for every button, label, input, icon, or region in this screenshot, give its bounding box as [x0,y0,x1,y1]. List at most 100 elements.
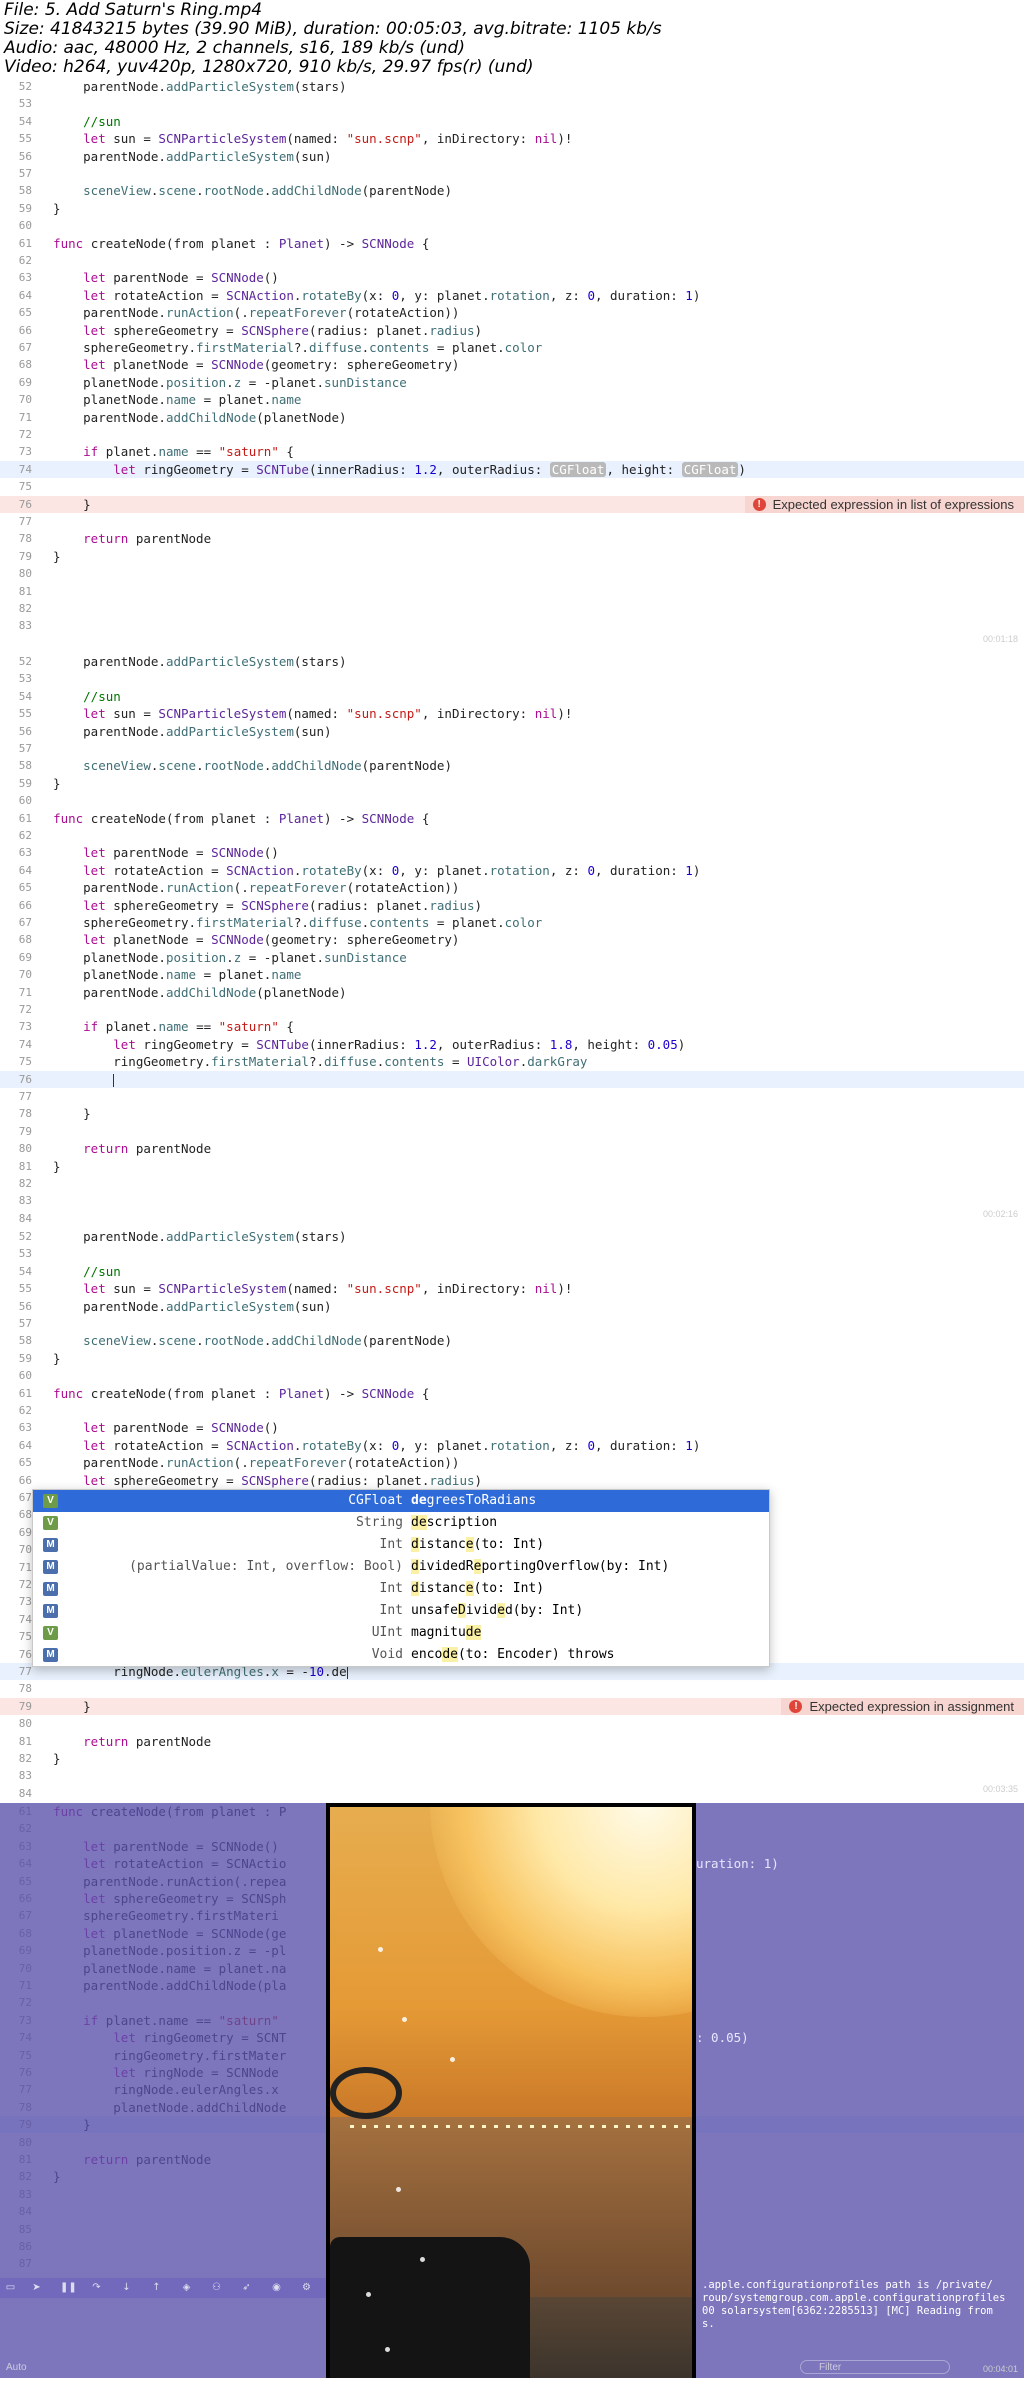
code-line[interactable]: 52 parentNode.addParticleSystem(stars) [0,1228,1024,1245]
code-line[interactable]: 81 [0,583,1024,600]
code-line[interactable]: 73 if planet.name == "saturn" { [0,1018,1024,1035]
autocomplete-item[interactable]: M Int distance(to: Int) [33,1534,769,1556]
code-line[interactable]: 80 [0,565,1024,582]
code-text[interactable]: parentNode.addParticleSystem(stars) [38,78,346,95]
code-line[interactable]: 57 [0,165,1024,182]
code-line[interactable]: 76 [0,1070,1024,1088]
step-out-icon[interactable]: ↑ [150,2281,163,2294]
code-text[interactable]: let ringGeometry = SCNTube(innerRadius: … [38,461,746,478]
code-text[interactable]: let rotateAction = SCNAction.rotateBy(x:… [38,1437,700,1454]
code-line[interactable]: 79 } [0,548,1024,565]
code-line[interactable]: 65 parentNode.runAction(.repeatForever(r… [0,304,1024,321]
code-line[interactable]: 57 [0,740,1024,757]
code-line[interactable]: 83 [0,1192,1024,1209]
step-over-icon[interactable]: ↷ [90,2281,103,2294]
code-line[interactable]: 72 [0,426,1024,443]
code-line[interactable]: 61 func createNode(from planet : Planet)… [0,1385,1024,1402]
code-line[interactable]: 73 if planet.name == "saturn" { [0,443,1024,460]
code-line[interactable]: 78 } [0,1105,1024,1122]
code-text[interactable]: } [38,1105,91,1122]
code-text[interactable]: let parentNode = SCNNode() [38,269,279,286]
code-text[interactable]: } [38,496,91,513]
code-text[interactable]: let rotateAction = SCNAction.rotateBy(x:… [38,287,700,304]
code-text[interactable]: parentNode.addParticleSystem(sun) [38,148,331,165]
code-text[interactable]: //sun [38,688,121,705]
code-line[interactable]: 56 parentNode.addParticleSystem(sun) [0,1298,1024,1315]
code-line[interactable]: 68 let planetNode = SCNNode(geometry: sp… [0,931,1024,948]
memory-graph-icon[interactable]: ⚇ [210,2281,223,2294]
autocomplete-item[interactable]: V String description [33,1512,769,1534]
autocomplete-popup[interactable]: V CGFloat degreesToRadians V String descripti… [32,1489,770,1667]
code-text[interactable]: let sphereGeometry = SCNSphere(radius: p… [38,322,482,339]
code-line[interactable]: 84 [0,1210,1024,1227]
code-text[interactable]: return parentNode [38,530,211,547]
autocomplete-item[interactable]: V CGFloat degreesToRadians [33,1490,769,1512]
code-line[interactable]: 84 [0,1785,1024,1802]
autocomplete-item[interactable]: M (partialValue: Int, overflow: Bool) divi… [33,1556,769,1578]
code-line[interactable]: 60 [0,217,1024,234]
code-line[interactable]: 76 }! Expected expression in list of expr… [0,495,1024,513]
code-line[interactable]: 55 let sun = SCNParticleSystem(named: "s… [0,130,1024,147]
code-line[interactable]: 75 [0,478,1024,495]
code-text[interactable]: sceneView.scene.rootNode.addChildNode(pa… [38,182,452,199]
code-text[interactable]: let sphereGeometry = SCNSphere(radius: p… [38,1472,482,1489]
code-text[interactable]: func createNode(from planet : Planet) ->… [38,235,429,252]
code-line[interactable]: 63 let parentNode = SCNNode() [0,269,1024,286]
code-line[interactable]: 83 [0,1767,1024,1784]
code-line[interactable]: 69 planetNode.position.z = -planet.sunDi… [0,949,1024,966]
code-text[interactable]: } [38,1698,91,1715]
code-line[interactable]: 59 } [0,775,1024,792]
code-text[interactable]: planetNode.position.z = -planet.sunDista… [38,949,407,966]
code-text[interactable]: func createNode(from planet : Planet) ->… [38,1385,429,1402]
code-line[interactable]: 58 sceneView.scene.rootNode.addChildNode… [0,1332,1024,1349]
code-line[interactable]: 77 [0,513,1024,530]
code-line[interactable]: 58 sceneView.scene.rootNode.addChildNode… [0,757,1024,774]
code-line[interactable]: 61 func createNode(from planet : Planet)… [0,810,1024,827]
code-line[interactable]: 53 [0,1245,1024,1262]
error-annotation[interactable]: ! Expected expression in list of expressi… [744,495,1024,513]
code-line[interactable]: 59 } [0,1350,1024,1367]
code-line[interactable]: 64 let rotateAction = SCNAction.rotateBy… [0,862,1024,879]
code-text[interactable]: sphereGeometry.firstMaterial?.diffuse.co… [38,339,542,356]
code-text[interactable] [38,1071,115,1088]
code-line[interactable]: 69 planetNode.position.z = -planet.sunDi… [0,374,1024,391]
code-line[interactable]: 82 [0,1175,1024,1192]
code-text[interactable]: let sun = SCNParticleSystem(named: "sun.… [38,130,572,147]
code-text[interactable]: parentNode.runAction(.repeatForever(rota… [38,304,459,321]
code-line[interactable]: 55 let sun = SCNParticleSystem(named: "s… [0,705,1024,722]
code-line[interactable]: 80 return parentNode [0,1140,1024,1157]
code-text[interactable]: let sun = SCNParticleSystem(named: "sun.… [38,1280,572,1297]
code-line[interactable]: 54 //sun [0,113,1024,130]
code-text[interactable]: planetNode.name = planet.name [38,966,301,983]
code-text[interactable]: func createNode(from planet : Planet) ->… [38,810,429,827]
code-text[interactable]: let parentNode = SCNNode() [38,844,279,861]
view-debugger-icon[interactable]: ◈ [180,2281,193,2294]
code-text[interactable]: parentNode.addParticleSystem(sun) [38,1298,331,1315]
code-text[interactable]: parentNode.addParticleSystem(sun) [38,723,331,740]
code-line[interactable]: 68 let planetNode = SCNNode(geometry: sp… [0,356,1024,373]
code-line[interactable]: 67 sphereGeometry.firstMaterial?.diffuse… [0,339,1024,356]
code-text[interactable]: let planetNode = SCNNode(geometry: spher… [38,931,459,948]
code-line[interactable]: 54 //sun [0,1263,1024,1280]
code-text[interactable]: let rotateAction = SCNAction.rotateBy(x:… [38,862,700,879]
code-text[interactable]: parentNode.runAction(.repeatForever(rota… [38,1454,459,1471]
code-text[interactable]: //sun [38,113,121,130]
code-text[interactable]: parentNode.addChildNode(planetNode) [38,984,346,1001]
autocomplete-item[interactable]: V UInt magnitude [33,1622,769,1644]
code-line[interactable]: 62 [0,252,1024,269]
console-filter-input[interactable]: Filter [800,2360,950,2374]
code-text[interactable]: if planet.name == "saturn" { [38,1018,294,1035]
code-text[interactable]: parentNode.addChildNode(planetNode) [38,409,346,426]
code-line[interactable]: 57 [0,1315,1024,1332]
code-text[interactable]: return parentNode [38,1733,211,1750]
code-line[interactable]: 62 [0,827,1024,844]
code-line[interactable]: 70 planetNode.name = planet.name [0,966,1024,983]
code-line[interactable]: 56 parentNode.addParticleSystem(sun) [0,148,1024,165]
code-text[interactable]: sphereGeometry.firstMaterial?.diffuse.co… [38,914,542,931]
hide-debug-icon[interactable]: ▭ [4,2281,17,2294]
code-line[interactable]: 65 parentNode.runAction(.repeatForever(r… [0,879,1024,896]
code-line[interactable]: 66 let sphereGeometry = SCNSphere(radius… [0,1472,1024,1489]
code-text[interactable]: parentNode.addParticleSystem(stars) [38,1228,346,1245]
code-text[interactable]: sceneView.scene.rootNode.addChildNode(pa… [38,757,452,774]
autocomplete-item[interactable]: M Int unsafeDivided(by: Int) [33,1600,769,1622]
